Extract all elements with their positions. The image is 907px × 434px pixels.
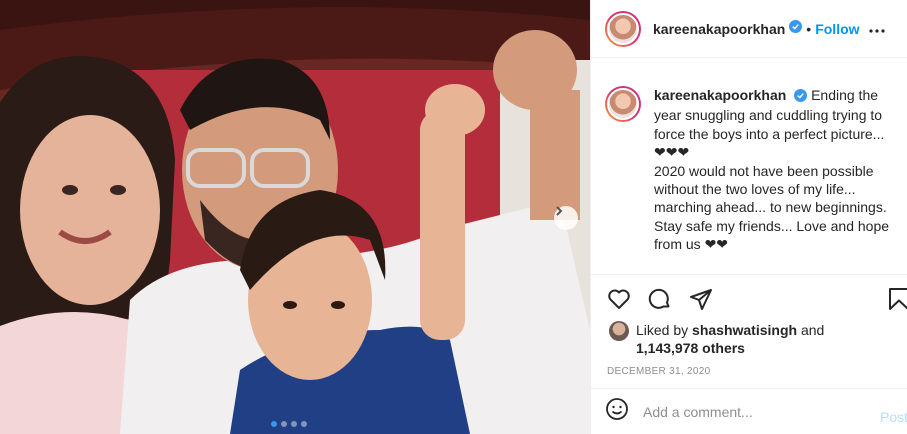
more-options-icon[interactable] <box>869 20 885 38</box>
caption-line: marching ahead... to new beginnings. <box>654 199 887 216</box>
caption-line: without the two loves of my life... <box>654 181 856 198</box>
post-photo[interactable] <box>0 0 590 434</box>
verified-badge-icon <box>794 88 808 106</box>
likes-count[interactable]: 1,143,978 others <box>636 340 745 356</box>
post-comment-button[interactable]: Post <box>880 409 907 425</box>
carousel-dot <box>301 421 307 427</box>
follow-button[interactable]: Follow <box>815 21 859 37</box>
separator-bullet: • <box>806 20 812 37</box>
share-icon[interactable] <box>689 287 713 316</box>
post-actions <box>607 287 713 316</box>
liker-username[interactable]: shashwatisingh <box>692 322 797 338</box>
carousel-dot-active <box>271 421 277 427</box>
liker-avatar[interactable] <box>609 321 629 341</box>
caption-line: year snuggling and cuddling trying to <box>654 107 883 124</box>
caption-line: Ending the <box>811 87 879 103</box>
next-slide-button[interactable] <box>554 206 578 230</box>
caption-line: Stay safe my friends... Love and hope <box>654 217 890 234</box>
post-side-panel: kareenakapoorkhan • Follow kareenakapoor… <box>590 0 907 434</box>
caption-username[interactable]: kareenakapoorkhan <box>654 87 786 103</box>
carousel-indicator <box>271 421 307 427</box>
likes-prefix: Liked by <box>636 322 689 338</box>
caption-line: 2020 would not have been possible <box>654 162 874 179</box>
post-date[interactable]: DECEMBER 31, 2020 <box>607 366 710 377</box>
caption-line: ❤❤❤ <box>654 144 690 161</box>
post-header: kareenakapoorkhan • Follow <box>591 0 907 58</box>
divider <box>591 274 907 275</box>
caption-line: from us ❤❤ <box>654 236 729 253</box>
verified-badge-icon <box>789 19 803 38</box>
author-username[interactable]: kareenakapoorkhan <box>653 21 785 37</box>
caption-line: force the boys into a perfect picture... <box>654 125 885 142</box>
carousel-dot <box>291 421 297 427</box>
carousel-dot <box>281 421 287 427</box>
heart-icon[interactable] <box>607 287 631 316</box>
likes-text: Liked by shashwatisingh and 1,143,978 ot… <box>636 321 824 357</box>
comment-input[interactable] <box>643 403 853 420</box>
author-avatar[interactable] <box>605 10 641 47</box>
emoji-icon[interactable] <box>605 397 629 426</box>
caption-first-line: kareenakapoorkhan Ending the <box>654 86 894 106</box>
bookmark-icon[interactable] <box>887 287 907 316</box>
post-caption: kareenakapoorkhan Ending the year snuggl… <box>605 86 901 254</box>
comment-icon[interactable] <box>648 287 672 316</box>
comment-form: Post <box>591 388 907 434</box>
caption-author-avatar[interactable] <box>605 86 641 122</box>
caption-text: kareenakapoorkhan Ending the year snuggl… <box>654 86 894 254</box>
likes-joiner: and <box>800 322 825 338</box>
likes-summary: Liked by shashwatisingh and 1,143,978 ot… <box>609 321 824 357</box>
family-selfie-image <box>0 0 590 434</box>
